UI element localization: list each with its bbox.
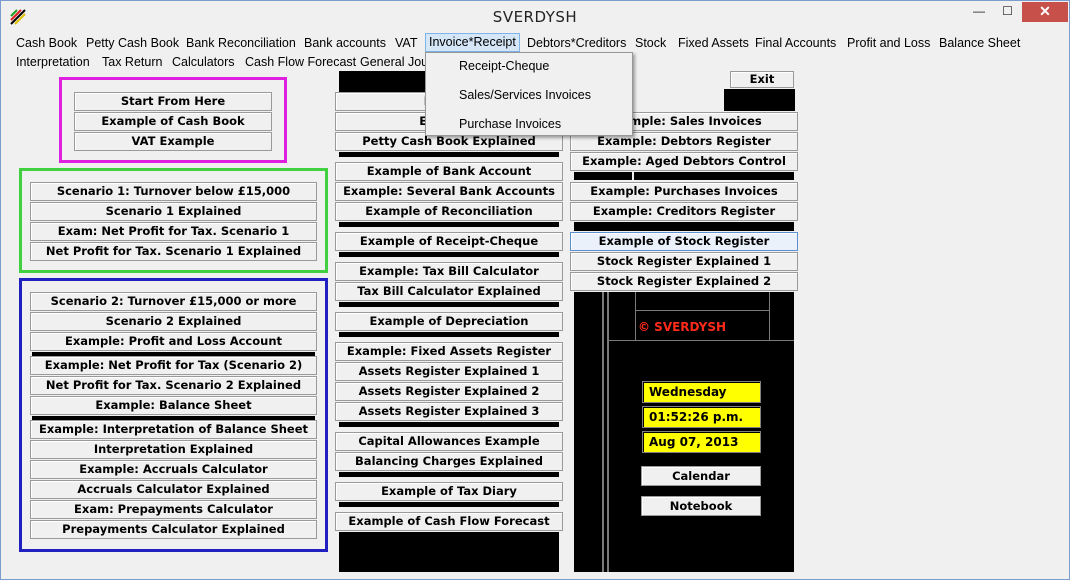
balance-sheet-example-button[interactable]: Example: Balance Sheet	[30, 396, 317, 415]
dropdown-purchase-invoices[interactable]: Purchase Invoices	[459, 113, 561, 135]
scenario1-net-profit-button[interactable]: Exam: Net Profit for Tax. Scenario 1	[30, 222, 317, 241]
scenario2-net-profit-explained-button[interactable]: Net Profit for Tax. Scenario 2 Explained	[30, 376, 317, 395]
copyright-label: © SVERDYSH	[638, 320, 727, 334]
menu-bank-accounts[interactable]: Bank accounts	[304, 34, 386, 53]
maximize-button[interactable]: ☐	[994, 2, 1021, 22]
black-panel	[574, 222, 794, 231]
panel-divider	[635, 310, 769, 311]
separator-bar	[339, 152, 559, 157]
menu-petty-cash-book[interactable]: Petty Cash Book	[86, 34, 179, 53]
panel-divider	[635, 292, 636, 340]
prepayments-calculator-button[interactable]: Exam: Prepayments Calculator	[30, 500, 317, 519]
scenario1-net-profit-explained-button[interactable]: Net Profit for Tax. Scenario 1 Explained	[30, 242, 317, 261]
notebook-button[interactable]: Notebook	[641, 496, 761, 516]
menu-interpretation[interactable]: Interpretation	[16, 53, 90, 72]
bank-account-example-button[interactable]: Example of Bank Account	[335, 162, 563, 181]
menu-fixed-assets[interactable]: Fixed Assets	[678, 34, 749, 53]
calendar-button[interactable]: Calendar	[641, 466, 761, 486]
purchases-invoices-example-button[interactable]: Example: Purchases Invoices	[570, 182, 798, 201]
menu-tax-return[interactable]: Tax Return	[102, 53, 162, 72]
start-from-here-button[interactable]: Start From Here	[74, 92, 272, 111]
menu-cash-book[interactable]: Cash Book	[16, 34, 77, 53]
receipt-cheque-example-button[interactable]: Example of Receipt-Cheque	[335, 232, 563, 251]
separator-bar	[339, 422, 559, 427]
tax-bill-calculator-button[interactable]: Example: Tax Bill Calculator	[335, 262, 563, 281]
dropdown-sales-services-invoices[interactable]: Sales/Services Invoices	[459, 84, 591, 106]
panel-divider	[769, 292, 770, 340]
depreciation-example-button[interactable]: Example of Depreciation	[335, 312, 563, 331]
menu-calculators[interactable]: Calculators	[172, 53, 235, 72]
separator-bar	[339, 252, 559, 257]
cash-flow-forecast-example-button[interactable]: Example of Cash Flow Forecast	[335, 512, 563, 531]
interpretation-balance-sheet-button[interactable]: Example: Interpretation of Balance Sheet	[30, 420, 317, 439]
black-panel	[339, 532, 559, 572]
aged-debtors-control-button[interactable]: Example: Aged Debtors Control	[570, 152, 798, 171]
stock-register-example-button[interactable]: Example of Stock Register	[570, 232, 798, 251]
clock-time: 01:52:26 p.m.	[642, 406, 761, 428]
stock-register-explained-2-button[interactable]: Stock Register Explained 2	[570, 272, 798, 291]
menu-bank-reconciliation[interactable]: Bank Reconciliation	[186, 34, 296, 53]
dropdown-receipt-cheque[interactable]: Receipt-Cheque	[459, 55, 549, 77]
separator-bar	[339, 332, 559, 337]
interpretation-explained-button[interactable]: Interpretation Explained	[30, 440, 317, 459]
menu-debtors-creditors[interactable]: Debtors*Creditors	[527, 34, 626, 53]
invoice-receipt-dropdown: Receipt-Cheque Sales/Services Invoices P…	[425, 52, 633, 136]
separator-bar	[339, 472, 559, 477]
menu-profit-and-loss[interactable]: Profit and Loss	[847, 34, 930, 53]
title-bar: SVERDYSH — ☐ ✕	[1, 1, 1069, 33]
separator-bar	[339, 222, 559, 227]
scenario2-net-profit-button[interactable]: Example: Net Profit for Tax (Scenario 2)	[30, 356, 317, 375]
panel-divider	[607, 340, 794, 341]
assets-register-explained-3-button[interactable]: Assets Register Explained 3	[335, 402, 563, 421]
scenario1-explained-button[interactable]: Scenario 1 Explained	[30, 202, 317, 221]
scenario1-turnover-button[interactable]: Scenario 1: Turnover below £15,000	[30, 182, 317, 201]
tax-bill-explained-button[interactable]: Tax Bill Calculator Explained	[335, 282, 563, 301]
separator-bar	[339, 502, 559, 507]
clock-day: Wednesday	[642, 381, 761, 403]
cash-book-example-button[interactable]: Example of Cash Book	[74, 112, 272, 131]
several-bank-accounts-button[interactable]: Example: Several Bank Accounts	[335, 182, 563, 201]
menu-vat[interactable]: VAT	[395, 34, 417, 53]
fixed-assets-register-button[interactable]: Example: Fixed Assets Register	[335, 342, 563, 361]
accruals-explained-button[interactable]: Accruals Calculator Explained	[30, 480, 317, 499]
app-window: SVERDYSH — ☐ ✕ Cash Book Petty Cash Book…	[0, 0, 1070, 580]
panel-divider	[607, 292, 609, 572]
vat-example-button[interactable]: VAT Example	[74, 132, 272, 151]
menu-invoice-receipt[interactable]: Invoice*Receipt	[425, 33, 520, 52]
reconciliation-example-button[interactable]: Example of Reconciliation	[335, 202, 563, 221]
assets-register-explained-1-button[interactable]: Assets Register Explained 1	[335, 362, 563, 381]
black-panel	[724, 89, 795, 111]
menu-final-accounts[interactable]: Final Accounts	[755, 34, 836, 53]
exit-button[interactable]: Exit	[730, 71, 794, 88]
menu-general-journal[interactable]: General Jour	[360, 53, 432, 72]
profit-loss-example-button[interactable]: Example: Profit and Loss Account	[30, 332, 317, 351]
tax-diary-example-button[interactable]: Example of Tax Diary	[335, 482, 563, 501]
scenario2-turnover-button[interactable]: Scenario 2: Turnover £15,000 or more	[30, 292, 317, 311]
panel-divider	[602, 292, 604, 572]
assets-register-explained-2-button[interactable]: Assets Register Explained 2	[335, 382, 563, 401]
prepayments-explained-button[interactable]: Prepayments Calculator Explained	[30, 520, 317, 539]
accruals-calculator-button[interactable]: Example: Accruals Calculator	[30, 460, 317, 479]
stock-register-explained-1-button[interactable]: Stock Register Explained 1	[570, 252, 798, 271]
window-title: SVERDYSH	[492, 8, 578, 26]
close-button[interactable]: ✕	[1022, 2, 1068, 22]
panel-divider	[632, 172, 634, 180]
menu-balance-sheet[interactable]: Balance Sheet	[939, 34, 1020, 53]
black-panel	[574, 172, 794, 180]
scenario2-explained-button[interactable]: Scenario 2 Explained	[30, 312, 317, 331]
creditors-register-example-button[interactable]: Example: Creditors Register	[570, 202, 798, 221]
menu-cash-flow-forecast[interactable]: Cash Flow Forecast	[245, 53, 356, 72]
menu-stock[interactable]: Stock	[635, 34, 666, 53]
minimize-button[interactable]: —	[965, 2, 993, 22]
balancing-charges-button[interactable]: Balancing Charges Explained	[335, 452, 563, 471]
clock-date: Aug 07, 2013	[642, 431, 761, 453]
capital-allowances-button[interactable]: Capital Allowances Example	[335, 432, 563, 451]
separator-bar	[339, 302, 559, 307]
